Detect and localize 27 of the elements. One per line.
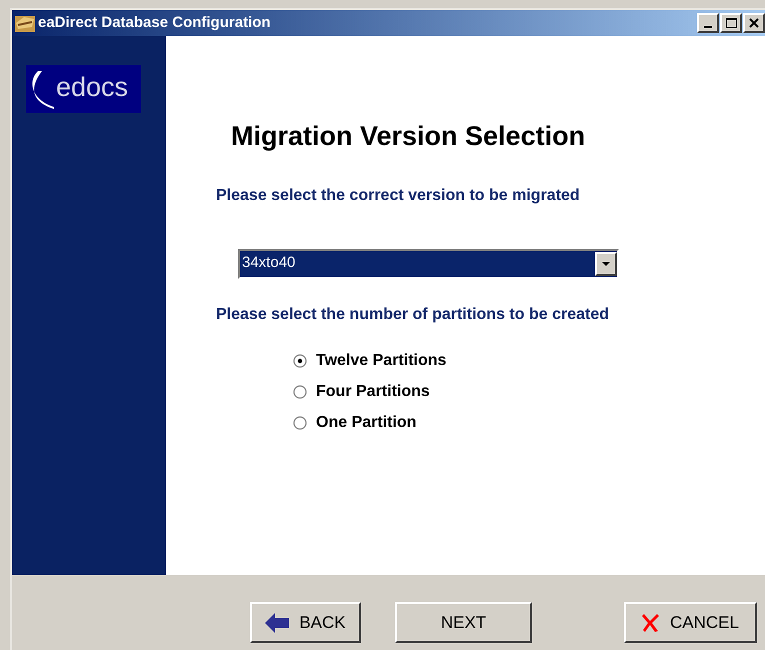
maximize-icon: [726, 18, 736, 28]
partition-radio[interactable]: Twelve Partitions: [293, 350, 765, 372]
partition-radio[interactable]: Four Partitions: [293, 380, 765, 402]
minimize-icon: [704, 26, 712, 28]
window-title: eaDirect Database Configuration: [38, 12, 272, 33]
cancel-button[interactable]: CANCEL: [624, 602, 757, 643]
back-button[interactable]: BACK: [250, 602, 361, 643]
logo-text: edocs: [56, 71, 128, 104]
x-mark-icon: [642, 612, 660, 632]
partition-prompt: Please select the number of partitions to be created: [216, 304, 610, 324]
partition-radio[interactable]: One Partition: [293, 412, 765, 434]
close-button[interactable]: [743, 13, 765, 33]
minimize-button[interactable]: [697, 13, 719, 33]
left-arrow-icon: [265, 612, 290, 632]
version-prompt: Please select the correct version to be migrated: [216, 186, 581, 206]
page-heading: Migration Version Selection: [231, 120, 586, 153]
radio-label: One Partition: [316, 412, 416, 432]
next-button[interactable]: NEXT: [395, 602, 532, 643]
radio-label: Twelve Partitions: [316, 350, 446, 370]
maximize-button[interactable]: [720, 13, 742, 33]
close-icon: [749, 18, 759, 28]
app-icon: [14, 13, 36, 33]
dropdown-value: 34xto40: [241, 253, 296, 274]
dropdown-arrow-button[interactable]: [595, 252, 617, 276]
caret-icon: [602, 262, 610, 266]
radio-label: Four Partitions: [316, 382, 430, 402]
version-dropdown[interactable]: 34xto40: [238, 248, 619, 278]
